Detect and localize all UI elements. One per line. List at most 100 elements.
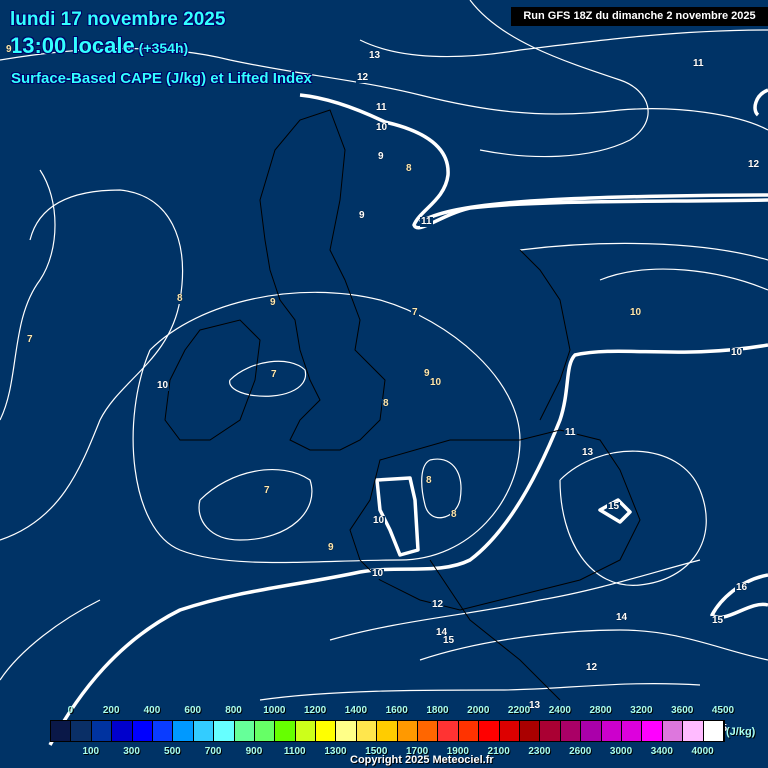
colorbar-tick-top: 400 (143, 705, 161, 716)
colorbar-swatch (51, 721, 72, 741)
colorbar-tick-top: 1000 (263, 705, 286, 716)
product-title: Surface-Based CAPE (J/kg) et Lifted Inde… (11, 70, 312, 87)
colorbar-tick-bottom: 1300 (324, 746, 347, 757)
colorbar-swatch (132, 721, 153, 741)
contour-label: 9 (377, 151, 385, 162)
contour-label: 8 (405, 163, 413, 174)
colorbar-tick-bottom: 2600 (569, 746, 592, 757)
colorbar-swatch (683, 721, 704, 741)
contour-label: 7 (26, 334, 34, 345)
colorbar-swatch (275, 721, 296, 741)
contour-label: 8 (450, 509, 458, 520)
contour-label: 11 (375, 102, 388, 113)
colorbar-swatch (356, 721, 378, 741)
colorbar-swatch (560, 721, 582, 741)
colorbar-swatch (703, 721, 724, 741)
colorbar-swatch (193, 721, 215, 741)
colorbar-swatch (479, 721, 500, 741)
colorbar-tick-bottom: 3000 (609, 746, 633, 757)
contour-label: 14 (615, 612, 629, 623)
contour-label: 11 (564, 427, 577, 438)
colorbar-tick-top: 3200 (630, 705, 653, 716)
contour-label: 7 (263, 485, 271, 496)
colorbar-swatch (642, 721, 663, 741)
colorbar-swatch (71, 721, 92, 741)
contour-label: 15 (442, 635, 456, 646)
colorbar-swatch (438, 721, 459, 741)
colorbar-tick-top: 800 (225, 705, 242, 716)
colorbar-tick-bottom: 700 (204, 746, 222, 757)
contour-label: 15 (711, 615, 725, 626)
colorbar-swatch (152, 721, 174, 741)
contour-label: 12 (431, 599, 445, 610)
colorbar-tick-top: 2400 (548, 705, 571, 716)
thick-contours (48, 88, 768, 746)
contour-label: 8 (382, 398, 390, 409)
colorbar-swatch (377, 721, 398, 741)
colorbar-tick-top: 2800 (589, 705, 612, 716)
contour-label: 12 (585, 662, 599, 673)
contour-label: 9 (327, 542, 335, 553)
contour-label: 10 (629, 307, 643, 318)
contour-label: 9 (5, 44, 13, 55)
colorbar-swatch (234, 721, 255, 741)
contour-label: 10 (371, 568, 385, 579)
colorbar-swatch (91, 721, 113, 741)
contour-label: 10 (429, 377, 443, 388)
colorbar-tick-top: 4500 (711, 705, 735, 716)
colorbar-swatch (581, 721, 602, 741)
contour-label: 10 (730, 347, 744, 358)
colorbar-tick-bottom: 4000 (691, 746, 714, 757)
forecast-date: lundi 17 novembre 2025 (10, 9, 226, 30)
contour-label: 10 (156, 380, 170, 391)
contour-label: 15 (607, 501, 621, 512)
colorbar-swatch (540, 721, 561, 741)
colorbar-tick-bottom: 300 (123, 746, 140, 757)
colorbar-tick-top: 0 (67, 705, 74, 716)
contour-label: 11 (692, 58, 705, 69)
weather-map (0, 0, 768, 746)
colorbar-tick-bottom: 100 (82, 746, 100, 757)
colorbar-tick-top: 2000 (467, 705, 490, 716)
colorbar-swatch (397, 721, 419, 741)
colorbar-swatch (621, 721, 643, 741)
contour-label: 13 (368, 50, 382, 61)
colorbar-tick-bottom: 2300 (528, 746, 551, 757)
colorbar-swatch (316, 721, 337, 741)
colorbar-swatch (336, 721, 357, 741)
colorbar-unit: (J/kg) (726, 726, 756, 738)
contour-label: 10 (372, 515, 386, 526)
colorbar-swatch (458, 721, 480, 741)
colorbar-tick-top: 200 (102, 705, 120, 716)
colorbar-tick-top: 1600 (385, 705, 408, 716)
colorbar-tick-bottom: 3400 (650, 746, 673, 757)
contour-label: 12 (356, 72, 370, 83)
colorbar-swatch (112, 721, 133, 741)
model-run-banner: Run GFS 18Z du dimanche 2 novembre 2025 (511, 7, 768, 26)
colorbar-tick-bottom: 1100 (283, 746, 306, 757)
contour-label: 9 (269, 297, 277, 308)
contour-label: 7 (411, 307, 419, 318)
colorbar-swatch (499, 721, 520, 741)
colorbar-swatch (295, 721, 317, 741)
contour-label: 11 (420, 216, 433, 227)
contour-label: 16 (735, 582, 749, 593)
contour-label: 12 (747, 159, 761, 170)
colorbar-swatch (519, 721, 541, 741)
colorbar-swatch (254, 721, 276, 741)
lead-time: (+354h) (138, 40, 189, 56)
local-time: 13:00 locale (10, 33, 135, 58)
cape-colorbar (50, 720, 725, 742)
colorbar-tick-top: 600 (184, 705, 202, 716)
contour-label: 9 (358, 210, 366, 221)
copyright: Copyright 2025 Meteociel.fr (350, 754, 494, 766)
contour-label: 7 (270, 369, 278, 380)
colorbar-tick-top: 2200 (507, 705, 531, 716)
contour-label: 13 (581, 447, 595, 458)
colorbar-tick-top: 1800 (426, 705, 449, 716)
colorbar-tick-top: 3600 (671, 705, 694, 716)
colorbar-swatch (418, 721, 439, 741)
colorbar-swatch (601, 721, 622, 741)
colorbar-tick-bottom: 500 (164, 746, 181, 757)
colorbar-swatch (214, 721, 235, 741)
